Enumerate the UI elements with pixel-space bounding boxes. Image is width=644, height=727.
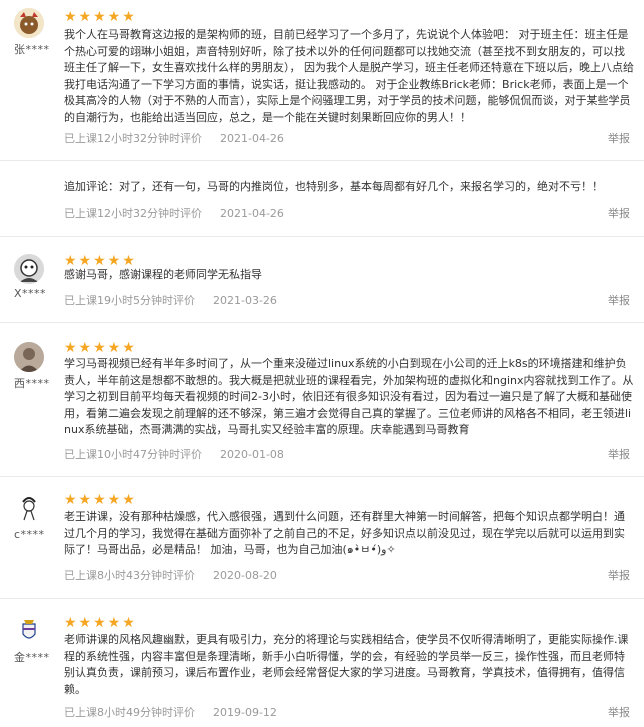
study-time: 已上课19小时5分钟时评价 xyxy=(64,294,195,307)
rating-stars: ★★★★★ xyxy=(64,492,137,508)
report-link[interactable]: 举报 xyxy=(608,205,630,221)
divider xyxy=(0,236,644,237)
review-date: 2021-04-26 xyxy=(220,132,284,145)
review-meta: 已上课12小时32分钟时评价 2021-04-26 xyxy=(64,130,284,146)
avatar[interactable] xyxy=(14,616,44,646)
username: 金**** xyxy=(14,651,50,664)
review-meta: 已上课10小时47分钟时评价 2020-01-08 xyxy=(64,446,284,462)
review-text: 我个人在马哥教育这边报的是架构师的班，目前已经学习了一个多月了，先说说个人体验吧… xyxy=(64,28,634,124)
avatar[interactable] xyxy=(14,8,44,38)
sketch-avatar-icon xyxy=(14,492,44,522)
report-link[interactable]: 举报 xyxy=(608,130,630,146)
divider xyxy=(0,476,644,477)
review-date: 2020-01-08 xyxy=(220,448,284,461)
review-text: 感谢马哥，感谢课程的老师同学无私指导 xyxy=(64,268,262,281)
review-meta: 已上课8小时49分钟时评价 2019-09-12 xyxy=(64,704,277,720)
rating-stars: ★★★★★ xyxy=(64,615,137,631)
report-link[interactable]: 举报 xyxy=(608,292,630,308)
avatar[interactable] xyxy=(14,254,44,284)
review-text: 老师讲课的风格风趣幽默，更具有吸引力，充分的将理论与实践相结合，使学员不仅听得清… xyxy=(64,633,629,696)
club-crest-avatar-icon xyxy=(14,616,44,646)
review-date: 2020-08-20 xyxy=(213,569,277,582)
review-text: 学习马哥视频已经有半年多时间了，从一个重来没碰过linux系统的小白到现在小公司… xyxy=(64,357,634,437)
review-meta: 已上课8小时43分钟时评价 2020-08-20 xyxy=(64,567,277,583)
study-time: 已上课12小时32分钟时评价 xyxy=(64,132,202,145)
avatar[interactable] xyxy=(14,342,44,372)
username: 张**** xyxy=(14,43,50,56)
cartoon-avatar-icon xyxy=(14,8,44,38)
avatar[interactable] xyxy=(14,492,44,522)
rating-stars: ★★★★★ xyxy=(64,9,137,25)
study-time: 已上课8小时49分钟时评价 xyxy=(64,706,195,719)
username: c**** xyxy=(14,528,45,541)
followup-text: 追加评论：对了，还有一句，马哥的内推岗位，也特别多，基本每周都有好几个，来报名学… xyxy=(64,180,603,193)
divider xyxy=(0,160,644,161)
review-meta: 已上课12小时32分钟时评价 2021-04-26 xyxy=(64,205,284,221)
username: X**** xyxy=(14,287,47,300)
review-date: 2019-09-12 xyxy=(213,706,277,719)
review-date: 2021-03-26 xyxy=(213,294,277,307)
report-link[interactable]: 举报 xyxy=(608,567,630,583)
photo-avatar-icon xyxy=(14,342,44,372)
divider xyxy=(0,322,644,323)
report-link[interactable]: 举报 xyxy=(608,704,630,720)
rating-stars: ★★★★★ xyxy=(64,340,137,356)
rating-stars: ★★★★★ xyxy=(64,253,137,269)
divider xyxy=(0,598,644,599)
report-link[interactable]: 举报 xyxy=(608,446,630,462)
study-time: 已上课8小时43分钟时评价 xyxy=(64,569,195,582)
username: 西**** xyxy=(14,377,50,390)
study-time: 已上课12小时32分钟时评价 xyxy=(64,207,202,220)
review-text: 老王讲课，没有那种枯燥感，代入感很强，遇到什么问题，还有群里大神第一时间解答，把… xyxy=(64,510,625,557)
cartoon-avatar-icon xyxy=(14,254,44,284)
review-meta: 已上课19小时5分钟时评价 2021-03-26 xyxy=(64,292,277,308)
review-date: 2021-04-26 xyxy=(220,207,284,220)
study-time: 已上课10小时47分钟时评价 xyxy=(64,448,202,461)
